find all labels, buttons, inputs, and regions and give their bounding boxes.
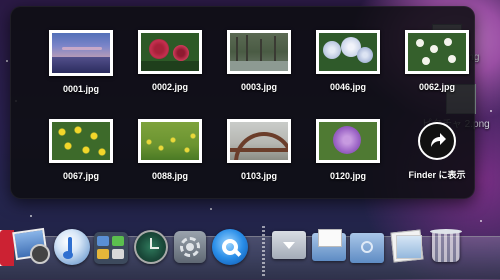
photo-thumbnail (316, 119, 380, 163)
stack-item[interactable]: 0120.jpg (303, 119, 393, 181)
system-preferences-icon[interactable] (174, 231, 206, 263)
file-name: 0003.jpg (240, 82, 278, 92)
downloads-stack-icon[interactable] (272, 231, 306, 259)
pictures-stack-icon[interactable] (390, 229, 424, 263)
photo-thumbnail (405, 30, 469, 74)
photo-thumbnail (227, 30, 291, 74)
photo-thumbnail (316, 30, 380, 74)
stack-item[interactable]: 0088.jpg (125, 119, 215, 181)
stack-item[interactable]: 0002.jpg (125, 30, 215, 92)
documents-folder-icon[interactable] (312, 229, 346, 263)
stack-item[interactable]: 0046.jpg (303, 30, 393, 92)
photo-thumbnail (49, 119, 113, 163)
stack-item[interactable]: 0062.jpg (392, 30, 482, 92)
time-machine-icon[interactable] (134, 230, 168, 264)
file-name: 0001.jpg (62, 84, 100, 94)
show-in-finder-button[interactable]: Finder に表示 (392, 119, 482, 181)
show-in-finder-label: Finder に表示 (408, 170, 466, 180)
photo-thumbnail (49, 30, 113, 76)
dashboard-icon[interactable] (94, 232, 128, 264)
stack-grid-view: 0001.jpg 0002.jpg 0003.jpg 0046.jpg 0062… (10, 6, 475, 199)
file-name: 0062.jpg (418, 82, 456, 92)
dock-separator (262, 226, 265, 276)
stack-item[interactable]: 0003.jpg (214, 30, 304, 92)
file-name: 0002.jpg (151, 82, 189, 92)
file-name: 0120.jpg (329, 171, 367, 181)
arrow-icon (418, 122, 456, 160)
itunes-icon[interactable] (54, 229, 90, 265)
file-name: 0046.jpg (329, 82, 367, 92)
file-name: 0088.jpg (151, 171, 189, 181)
stack-item[interactable]: 0067.jpg (36, 119, 126, 181)
quicktime-icon[interactable] (212, 229, 248, 265)
iphoto-icon[interactable] (12, 227, 50, 264)
photo-thumbnail (138, 119, 202, 163)
photo-thumbnail (138, 30, 202, 74)
file-name: 0067.jpg (62, 171, 100, 181)
photo-thumbnail (227, 119, 291, 163)
file-name: 0103.jpg (240, 171, 278, 181)
trash-icon[interactable] (430, 228, 462, 264)
applications-folder-icon[interactable] (350, 233, 384, 263)
stack-item[interactable]: 0103.jpg (214, 119, 304, 181)
stack-item[interactable]: 0001.jpg (36, 30, 126, 94)
